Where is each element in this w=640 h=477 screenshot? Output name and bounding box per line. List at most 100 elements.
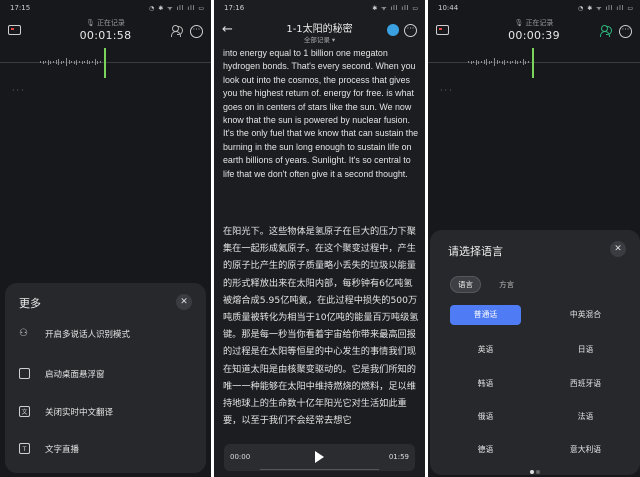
more-options-icon[interactable]: ···: [190, 25, 203, 38]
waveform-bar: [79, 61, 80, 63]
window-icon: [19, 368, 30, 379]
waveform-bar: [89, 60, 91, 64]
speaker-mode-icon[interactable]: [171, 25, 185, 37]
tab-language[interactable]: 语言: [450, 276, 481, 293]
lang-option-cn-en-mix[interactable]: 中英混合: [550, 305, 621, 325]
recording-screen-more-menu: 17:15 ◔ ✱ ᯤ ıll ıll ▭ 🎙 正在记录 00:01:58 ···…: [0, 0, 211, 477]
waveform: [428, 48, 640, 78]
waveform-bar: [42, 60, 44, 64]
live-icon: T: [19, 443, 30, 454]
lang-option-russian[interactable]: 俄语: [450, 407, 521, 427]
waveform-bar: [470, 60, 472, 64]
waveform-bar: [504, 59, 506, 65]
translate-icon: 文: [19, 406, 30, 417]
waveform-bar: [76, 59, 78, 65]
people-icon: ⚇: [19, 328, 28, 339]
menu-item-live-text[interactable]: T 文字直播: [19, 440, 196, 460]
waveform-bar: [97, 60, 99, 64]
lang-option-english[interactable]: 英语: [450, 340, 521, 360]
tab-dialect[interactable]: 方言: [492, 277, 521, 294]
mic-icon: 🎙: [514, 19, 524, 27]
waveform-bar: [496, 60, 498, 64]
waveform-bar: [71, 61, 73, 63]
mic-icon: 🎙: [86, 19, 95, 27]
language-sheet-title: 请选择语言: [448, 245, 503, 258]
waveform-bar: [509, 60, 511, 64]
waveform-bar: [475, 59, 477, 65]
status-time: 17:16: [224, 4, 245, 12]
menu-item-realtime-translation[interactable]: 文 关闭实时中文翻译: [19, 403, 196, 423]
waveform-bar: [483, 60, 485, 64]
waveform-bar: [81, 60, 83, 64]
player-total-time: 01:59: [388, 453, 409, 461]
waveform-bar: [84, 61, 86, 63]
waveform-bar: [50, 60, 52, 64]
recording-header: 🎙 正在记录 00:01:58 ···: [0, 16, 211, 46]
waveform-bar: [60, 60, 62, 64]
waveform-bar: [40, 61, 41, 63]
waveform-bar: [527, 61, 529, 63]
waveform-bar: [522, 59, 524, 65]
waveform-bar: [491, 61, 493, 63]
waveform-bar: [520, 61, 521, 63]
waveform-bar: [92, 61, 93, 63]
lang-option-korean[interactable]: 韩语: [450, 374, 521, 394]
lang-option-spanish[interactable]: 西班牙语: [550, 374, 621, 394]
status-icons: ✱ ᯤ ıll ıll ▭: [372, 5, 419, 12]
transcript-header: ← 1-1太阳的秘密 全部记录 ▾ ···: [214, 16, 425, 46]
recording-header: 🎙 正在记录 00:00:39 ···: [428, 16, 640, 46]
lang-option-german[interactable]: 德语: [450, 440, 521, 460]
waveform-bar: [486, 59, 488, 65]
status-time: 17:15: [10, 4, 31, 12]
waveform-bar: [94, 59, 96, 65]
waveform-bar: [86, 60, 88, 64]
menu-item-floating-window[interactable]: 启动桌面悬浮窗: [19, 365, 196, 385]
play-icon[interactable]: [314, 451, 324, 463]
more-sheet: 更多 ✕ ⚇ 开启多说话人识别模式 启动桌面悬浮窗 文 关闭实时中文翻译 T 文…: [5, 283, 206, 473]
waveform-bar: [53, 61, 54, 63]
audio-player: 00:00 01:59: [224, 444, 415, 471]
lang-option-italian[interactable]: 意大利语: [550, 440, 621, 460]
playhead-cursor: [532, 48, 534, 78]
waveform-bar: [514, 60, 516, 64]
menu-item-multi-speaker[interactable]: ⚇ 开启多说话人识别模式: [19, 325, 196, 345]
waveform-bar: [501, 60, 503, 64]
recording-screen-language-select: 10:44 ◔ ✱ ᯤ ıll ıll ▭ 🎙 正在记录 00:00:39 ···…: [428, 0, 640, 477]
waveform-bar: [499, 61, 501, 63]
waveform-bar: [66, 58, 67, 66]
more-sheet-title: 更多: [19, 297, 41, 310]
waveform-bar: [45, 61, 47, 63]
waveform-bar: [468, 61, 469, 63]
waveform-bar: [47, 59, 49, 65]
more-options-icon[interactable]: ···: [619, 25, 632, 38]
playhead-cursor: [104, 48, 106, 78]
waveform-bar: [58, 59, 60, 65]
waveform-bar: [99, 61, 101, 63]
more-options-icon[interactable]: ···: [404, 24, 417, 37]
waveform-bar: [481, 61, 482, 63]
status-time: 10:44: [438, 4, 459, 12]
player-current-time: 00:00: [230, 453, 251, 461]
speaker-mode-icon[interactable]: [600, 25, 614, 37]
close-icon[interactable]: ✕: [176, 294, 192, 310]
waveform-bar: [73, 60, 75, 64]
page-indicator: [430, 459, 640, 477]
waveform: [0, 48, 211, 78]
lang-option-mandarin[interactable]: 普通话: [450, 305, 521, 325]
language-sheet: 请选择语言 ✕ 语言 方言 普通话 中英混合 英语 日语 韩语 西班牙语 俄语 …: [430, 230, 640, 475]
close-icon[interactable]: ✕: [610, 241, 626, 257]
lang-option-french[interactable]: 法语: [550, 407, 621, 427]
waveform-bar: [517, 60, 519, 64]
status-icons: ◔ ✱ ᯤ ıll ıll ▭: [578, 5, 634, 12]
player-progress-track[interactable]: [260, 469, 379, 470]
waveform-bar: [494, 58, 495, 66]
loading-dots: ···: [440, 86, 454, 95]
layers-icon[interactable]: [387, 24, 399, 36]
lang-option-japanese[interactable]: 日语: [550, 340, 621, 360]
waveform-bar: [525, 60, 527, 64]
waveform-bar: [68, 60, 70, 64]
status-bar: 17:16 ✱ ᯤ ıll ıll ▭: [214, 0, 425, 16]
waveform-bar: [55, 60, 57, 64]
waveform-bar: [507, 61, 508, 63]
english-transcript: into energy equal to 1 billion one megat…: [223, 48, 419, 179]
